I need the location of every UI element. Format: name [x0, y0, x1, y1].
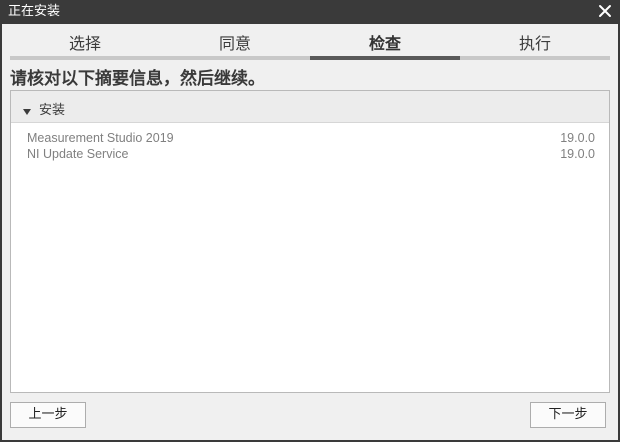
back-button[interactable]: 上一步 [10, 402, 86, 428]
list-item: NI Update Service 19.0.0 [27, 147, 595, 163]
section-header-install[interactable]: 安装 [11, 91, 609, 123]
close-icon[interactable] [596, 2, 614, 20]
active-tab-indicator [310, 56, 460, 60]
tab-select[interactable]: 选择 [10, 32, 160, 56]
install-item-list: Measurement Studio 2019 19.0.0 NI Update… [27, 131, 595, 163]
list-item: Measurement Studio 2019 19.0.0 [27, 131, 595, 147]
tab-execute[interactable]: 执行 [460, 32, 610, 56]
summary-panel: 安装 Measurement Studio 2019 19.0.0 NI Upd… [10, 90, 610, 393]
page-heading: 请核对以下摘要信息，然后继续。 [10, 69, 265, 89]
collapse-triangle-icon [22, 102, 32, 115]
section-label: 安装 [39, 103, 66, 118]
item-name: Measurement Studio 2019 [27, 131, 174, 145]
tab-progress-track [10, 56, 610, 60]
item-version: 19.0.0 [560, 131, 595, 145]
tab-review[interactable]: 检查 [310, 32, 460, 56]
client-area: 选择 同意 检查 执行 请核对以下摘要信息，然后继续。 安装 Measureme… [2, 24, 618, 440]
item-version: 19.0.0 [560, 147, 595, 161]
item-name: NI Update Service [27, 147, 129, 161]
tab-agree[interactable]: 同意 [160, 32, 310, 56]
window-title: 正在安装 [8, 4, 61, 19]
title-bar: 正在安装 [0, 0, 620, 24]
next-button[interactable]: 下一步 [530, 402, 606, 428]
installer-window: 正在安装 选择 同意 检查 执行 请核对以下摘要信息，然后继续。 安装 Meas… [0, 0, 620, 442]
